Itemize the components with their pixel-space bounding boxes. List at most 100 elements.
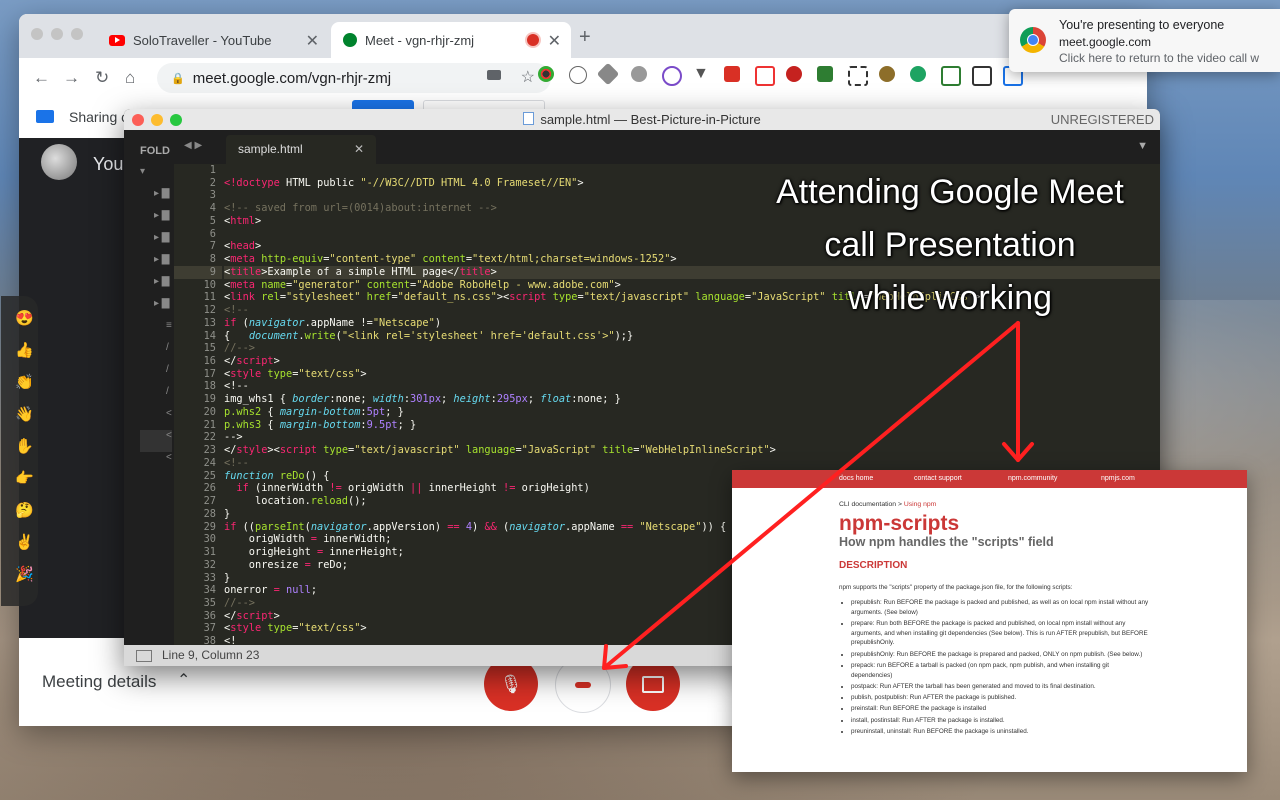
npm-nav: docs home contact support npm.community … (732, 470, 1247, 488)
line-number: 7 (209, 240, 216, 253)
line-number: 30 (203, 533, 216, 546)
file-item[interactable]: / (140, 342, 172, 364)
grid-extension-icon[interactable] (972, 66, 992, 86)
chevron-up-icon[interactable]: ⌃ (177, 670, 190, 690)
line-number: 25 (203, 469, 216, 482)
tab-sample-html[interactable]: sample.html ✕ (226, 135, 376, 164)
list-item: preinstall: Run BEFORE the package is in… (851, 704, 1149, 714)
list-item: publish, postpublish: Run AFTER the pack… (851, 693, 1149, 703)
tab-dropdown-icon[interactable]: ▼ (1137, 140, 1148, 152)
breadcrumb-link[interactable]: Using npm (904, 501, 937, 508)
close-window-button[interactable] (31, 28, 43, 40)
meeting-details-label[interactable]: Meeting details (42, 672, 156, 692)
extension-icon[interactable] (786, 66, 802, 82)
emoji-icon[interactable]: 👉 (15, 470, 34, 488)
sidebar: FOLD ▾ ▸ ▇ ▸ ▇ ▸ ▇ ▸ ▇ ▸ ▇ ▸ ▇ ≡ / / / <… (124, 130, 174, 645)
avatar (41, 144, 77, 180)
extension-icon[interactable] (941, 66, 961, 86)
recording-icon (527, 34, 539, 46)
cursor-position: Line 9, Column 23 (162, 648, 260, 662)
line-number: 29 (203, 520, 216, 533)
nav-contact-support[interactable]: contact support (914, 470, 962, 488)
emoji-icon[interactable]: 👏 (15, 374, 34, 392)
extension-icon[interactable]: ▼ (693, 66, 709, 82)
file-item[interactable]: < (140, 452, 172, 474)
zoom-window-button[interactable] (170, 114, 182, 126)
code-line: <style type="text/css"> (224, 367, 367, 380)
section-heading: DESCRIPTION (839, 559, 908, 571)
code-line: </script> (224, 355, 280, 368)
folder-item[interactable]: ▸ ▇ (140, 232, 172, 254)
close-tab-icon[interactable]: ✕ (354, 135, 364, 164)
line-number: 12 (203, 304, 216, 317)
screenshot-extension-icon[interactable] (848, 66, 868, 86)
extension-icon[interactable] (724, 66, 740, 82)
clock-extension-icon[interactable] (662, 66, 682, 86)
emoji-icon[interactable]: 👍 (15, 342, 34, 360)
back-icon[interactable]: ← (33, 68, 50, 88)
file-item-selected[interactable]: < (140, 430, 172, 452)
tab-nav-icon[interactable]: ◀ ▶ (184, 140, 202, 151)
extension-icon[interactable] (755, 66, 775, 86)
line-number: 18 (203, 380, 216, 393)
line-number: 23 (203, 444, 216, 457)
emoji-icon[interactable]: ✌ (15, 534, 34, 552)
line-number: 17 (203, 367, 216, 380)
close-tab-icon[interactable]: ✕ (548, 31, 561, 51)
breadcrumb-prefix: CLI documentation > (839, 501, 904, 508)
console-icon[interactable] (136, 650, 152, 662)
code-line: //--> (224, 342, 255, 355)
grammarly-icon[interactable] (910, 66, 926, 82)
file-item[interactable]: / (140, 364, 172, 386)
folder-item[interactable]: ▸ ▇ (140, 210, 172, 232)
omnibox[interactable]: 🔒 meet.google.com/vgn-rhjr-zmj ☆ (157, 63, 551, 93)
line-number: 20 (203, 405, 216, 418)
close-tab-icon[interactable]: ✕ (306, 31, 319, 51)
chrome-logo-icon (1020, 27, 1046, 53)
sublime-title-bar: sample.html — Best-Picture-in-Picture UN… (124, 109, 1160, 131)
emoji-icon[interactable]: 🎉 (15, 566, 34, 584)
folder-item[interactable]: ▸ ▇ (140, 298, 172, 320)
emoji-icon[interactable]: 😍 (15, 310, 34, 328)
line-number: 31 (203, 546, 216, 559)
minimize-window-button[interactable] (51, 28, 63, 40)
folder-item[interactable]: ▸ ▇ (140, 276, 172, 298)
nav-docs-home[interactable]: docs home (839, 470, 873, 488)
folder-list: ▾ ▸ ▇ ▸ ▇ ▸ ▇ ▸ ▇ ▸ ▇ ▸ ▇ ≡ / / / < < < (140, 166, 172, 474)
reload-icon[interactable]: ↻ (95, 68, 109, 88)
folder-item[interactable]: ▸ ▇ (140, 188, 172, 210)
tab-youtube[interactable]: SoloTraveller - YouTube ✕ (97, 22, 329, 58)
hang-up-icon (575, 682, 591, 688)
nav-npm-community[interactable]: npm.community (1008, 470, 1057, 488)
presenting-notification[interactable]: You're presenting to everyone meet.googl… (1009, 9, 1280, 72)
tab-strip: SoloTraveller - YouTube ✕ Meet - vgn-rhj… (19, 14, 1147, 58)
file-item[interactable]: ≡ (140, 320, 172, 342)
nav-npmjs[interactable]: npmjs.com (1101, 470, 1135, 488)
forward-icon[interactable]: → (63, 68, 80, 88)
extension-icon[interactable] (569, 66, 587, 84)
emoji-icon[interactable]: ✋ (15, 438, 34, 456)
emoji-rail: 😍 👍 👏 👋 ✋ 👉 🤔 ✌ 🎉 (1, 296, 38, 606)
line-number: 3 (209, 189, 216, 202)
code-line: img_whs1 { border:none; width:301px; hei… (224, 393, 621, 406)
home-icon[interactable]: ⌂ (125, 68, 135, 88)
close-window-button[interactable] (132, 114, 144, 126)
extension-icon[interactable] (538, 66, 554, 82)
file-item[interactable]: < (140, 408, 172, 430)
folder-item[interactable]: ▾ (140, 166, 172, 188)
file-item[interactable]: / (140, 386, 172, 408)
extension-icon[interactable] (631, 66, 647, 82)
new-tab-icon[interactable]: + (579, 26, 591, 49)
folder-item[interactable]: ▸ ▇ (140, 254, 172, 276)
extension-icon[interactable] (879, 66, 895, 82)
tab-meet[interactable]: Meet - vgn-rhjr-zmj ✕ (331, 22, 571, 58)
minimize-window-button[interactable] (151, 114, 163, 126)
zoom-window-button[interactable] (71, 28, 83, 40)
emoji-icon[interactable]: 👋 (15, 406, 34, 424)
line-number: 10 (203, 278, 216, 291)
extension-icon[interactable] (817, 66, 833, 82)
camera-icon[interactable] (487, 70, 501, 80)
line-number: 28 (203, 507, 216, 520)
emoji-icon[interactable]: 🤔 (15, 502, 34, 520)
bookmark-star-icon[interactable]: ☆ (521, 67, 535, 87)
